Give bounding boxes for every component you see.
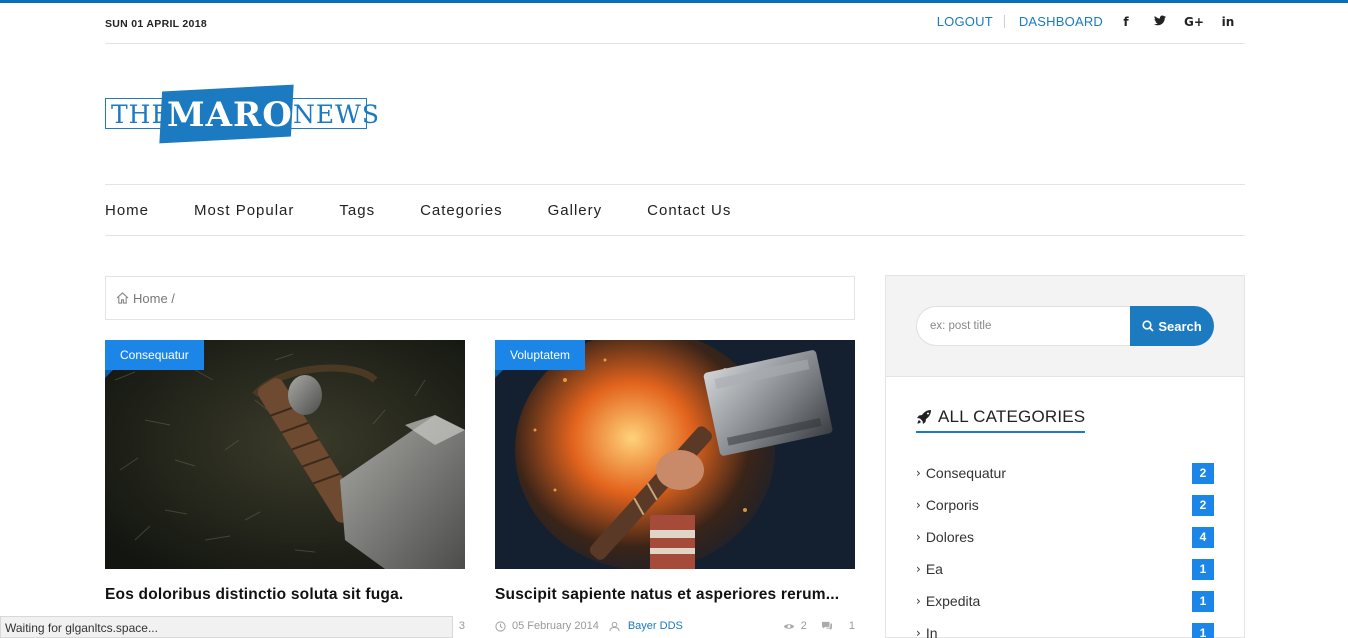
comment-count: 1 <box>848 620 855 632</box>
clock-icon <box>495 620 506 632</box>
top-bar: SUN 01 APRIL 2018 LOGOUT DASHBOARD f G+ … <box>105 3 1245 44</box>
browser-status-bar: Waiting for glganltcs.space... <box>0 616 453 638</box>
categories-title: ALL CATEGORIES <box>938 407 1086 426</box>
nav-gallery[interactable]: Gallery <box>548 202 603 219</box>
google-plus-icon[interactable]: G+ <box>1177 15 1211 29</box>
chevron-right-icon: › <box>916 498 921 512</box>
rocket-icon <box>917 410 931 424</box>
category-name: Expedita <box>925 593 981 609</box>
site-logo[interactable]: THE MARO NEWS <box>105 84 379 144</box>
category-badge[interactable]: Consequatur <box>105 340 204 378</box>
category-count-badge: 1 <box>1192 590 1214 612</box>
linkedin-icon[interactable]: in <box>1211 15 1245 29</box>
category-name: In <box>925 625 938 638</box>
search-icon <box>1142 320 1154 332</box>
post-stats: 2 1 <box>783 620 855 632</box>
search-button-label: Search <box>1158 318 1202 334</box>
category-item[interactable]: › In 1 <box>916 617 1214 638</box>
category-name: Corporis <box>925 497 979 513</box>
category-item[interactable]: › Ea 1 <box>916 553 1214 585</box>
social-links: f G+ in <box>1109 15 1245 29</box>
post-image-hammer-fire <box>495 340 855 569</box>
main-nav: Home Most Popular Tags Categories Galler… <box>105 184 1245 236</box>
search-button[interactable]: Search <box>1130 306 1214 346</box>
nav-contact-us[interactable]: Contact Us <box>647 202 731 219</box>
chevron-right-icon: › <box>916 466 921 480</box>
category-item[interactable]: › Expedita 1 <box>916 585 1214 617</box>
post-card: Voluptatem Suscipit sapiente natus et as… <box>495 340 855 632</box>
category-count-badge: 2 <box>1192 462 1214 484</box>
post-title[interactable]: Eos doloribus distinctio soluta sit fuga… <box>105 586 465 604</box>
logo-text-maro: MARO <box>167 95 293 135</box>
chevron-right-icon: › <box>916 626 921 638</box>
post-image[interactable]: Voluptatem <box>495 340 855 569</box>
dashboard-link[interactable]: DASHBOARD <box>1019 14 1103 29</box>
category-item[interactable]: › Corporis 2 <box>916 489 1214 521</box>
category-count-badge: 4 <box>1192 526 1214 548</box>
category-name: Dolores <box>925 529 975 545</box>
post-meta: 05 February 2014 Bayer DDS 2 1 <box>495 620 855 632</box>
comments-icon <box>821 621 832 631</box>
search-widget: Search <box>886 276 1244 377</box>
post-title[interactable]: Suscipit sapiente natus et asperiores re… <box>495 586 855 604</box>
home-icon <box>116 292 129 304</box>
category-badge[interactable]: Voluptatem <box>495 340 586 378</box>
view-count: 2 <box>800 620 807 632</box>
divider <box>1003 15 1005 28</box>
user-icon <box>609 621 620 631</box>
sidebar: Search ALL CATEGORIES › Consequatur 2 › Cor… <box>885 275 1245 638</box>
post-author-link[interactable]: Bayer DDS <box>628 620 683 632</box>
nav-most-popular[interactable]: Most Popular <box>194 202 294 219</box>
post-card: Consequatur Eos doloribus distinctio sol… <box>105 340 465 632</box>
facebook-icon[interactable]: f <box>1109 15 1143 29</box>
category-name: Consequatur <box>925 465 1006 481</box>
current-date: SUN 01 APRIL 2018 <box>105 18 207 30</box>
category-count-badge: 1 <box>1192 622 1214 638</box>
logout-link[interactable]: LOGOUT <box>937 14 993 29</box>
twitter-icon[interactable] <box>1143 15 1177 29</box>
category-item[interactable]: › Consequatur 2 <box>916 457 1214 489</box>
category-list: › Consequatur 2 › Corporis 2 › Dolores 4 › Ea 1 … <box>916 457 1214 638</box>
breadcrumb-home-link[interactable]: Home / <box>133 291 175 306</box>
top-links: LOGOUT DASHBOARD f G+ in <box>937 14 1245 29</box>
logo-text-news: NEWS <box>293 100 380 129</box>
chevron-right-icon: › <box>916 530 921 544</box>
chevron-right-icon: › <box>916 562 921 576</box>
post-stats: 3 <box>459 620 465 632</box>
nav-home[interactable]: Home <box>105 202 149 219</box>
chevron-right-icon: › <box>916 594 921 608</box>
post-date: 05 February 2014 <box>512 620 599 632</box>
post-image-hammer-grass <box>105 340 465 569</box>
comment-count: 3 <box>458 620 465 632</box>
category-name: Ea <box>925 561 943 577</box>
nav-categories[interactable]: Categories <box>420 202 503 219</box>
eye-icon <box>783 623 794 629</box>
post-image[interactable]: Consequatur <box>105 340 465 569</box>
category-count-badge: 2 <box>1192 494 1214 516</box>
category-item[interactable]: › Dolores 4 <box>916 521 1214 553</box>
category-count-badge: 1 <box>1192 558 1214 580</box>
search-input[interactable] <box>916 306 1136 346</box>
nav-tags[interactable]: Tags <box>339 202 375 219</box>
breadcrumb: Home / <box>105 276 855 320</box>
categories-heading: ALL CATEGORIES <box>916 407 1086 433</box>
